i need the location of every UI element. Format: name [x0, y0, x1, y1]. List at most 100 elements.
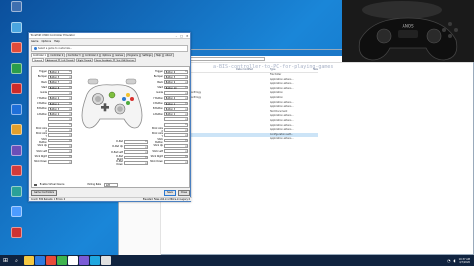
mapping-select[interactable]: Button 2 [164, 112, 188, 116]
subtab[interactable]: Right Thumb [75, 58, 94, 63]
subtab[interactable]: Test USB Devices [114, 58, 137, 63]
controller-tab[interactable]: Controller 2 [48, 53, 66, 58]
taskbar-app-icon[interactable] [57, 256, 67, 265]
minimize-icon[interactable]: – [176, 34, 178, 38]
mapping-select[interactable]: Button 4 [48, 69, 72, 74]
mapping-select[interactable] [164, 143, 188, 148]
search-icon[interactable]: ⌕ [11, 255, 22, 266]
subtab[interactable]: Left Thumb [59, 58, 76, 63]
desktop-icon[interactable] [1, 83, 31, 103]
mapping-select[interactable]: Button 9 [164, 80, 188, 84]
subtab[interactable]: General [32, 58, 45, 63]
desktop-icon[interactable] [1, 124, 31, 144]
controller-tab[interactable]: Settings [140, 53, 154, 58]
mapping-select[interactable]: Button 6 [164, 69, 188, 74]
controller-tab[interactable]: Controller 3 [65, 53, 83, 58]
controller-tab[interactable]: Help [153, 53, 163, 58]
mapping-select[interactable] [48, 138, 72, 143]
taskbar-app-icon[interactable] [90, 256, 100, 265]
mapping-select[interactable] [124, 150, 148, 154]
mapping-select[interactable] [48, 143, 72, 148]
mapping-select[interactable] [124, 160, 148, 165]
close-button[interactable]: Close [177, 190, 190, 196]
mapping-select[interactable] [48, 133, 72, 137]
controller-tab[interactable]: Controller 4 [83, 53, 100, 58]
mapping-select[interactable] [124, 139, 148, 144]
mapping-select[interactable]: Button 7 [48, 80, 72, 84]
taskbar-app-icon[interactable] [68, 256, 78, 265]
mapping-select[interactable] [164, 90, 188, 95]
game-controllers-button[interactable]: Game Controllers [31, 190, 58, 196]
desktop-icon[interactable] [1, 21, 31, 42]
subtab[interactable]: Force Feedback [93, 58, 114, 63]
col-size[interactable]: Size [300, 68, 318, 72]
mapping-select[interactable] [48, 159, 72, 164]
menu-item[interactable]: Options [41, 40, 51, 43]
mapping-select[interactable] [48, 117, 72, 121]
desktop-icon[interactable] [1, 206, 31, 226]
desktop-icon[interactable] [1, 226, 31, 247]
mapping-select[interactable] [164, 128, 188, 132]
controller-tab[interactable]: Controller 1 [31, 52, 48, 58]
save-button[interactable]: Save [164, 190, 176, 196]
mapping-select[interactable] [124, 145, 148, 149]
mapping-select[interactable] [48, 90, 72, 95]
mapping-select[interactable]: Button 4 [48, 96, 72, 100]
mapping-select[interactable] [48, 149, 72, 153]
mapping-select[interactable] [164, 117, 188, 121]
mapping-select[interactable]: Button 8 [48, 85, 72, 90]
menu-item[interactable]: Help [54, 40, 60, 43]
taskbar-app-icon[interactable] [35, 256, 45, 265]
mapping-select[interactable] [164, 149, 188, 153]
mapping-select[interactable] [164, 138, 188, 143]
mapping-select[interactable] [48, 154, 72, 159]
mapping-select[interactable] [48, 122, 72, 127]
controller-tab[interactable]: Programs [125, 53, 140, 58]
mapping-select[interactable]: Button 3 [164, 106, 188, 111]
mapping-select[interactable]: Button 1 [48, 101, 72, 106]
mapping-select[interactable]: Button 3 [48, 106, 72, 111]
desktop-icon[interactable] [1, 185, 31, 206]
desktop-icon[interactable] [1, 1, 31, 21]
clock[interactable]: 10:37 AM 4/7/2020 [459, 258, 470, 264]
col-date[interactable]: Date modified [236, 68, 270, 72]
desktop-icon[interactable] [1, 42, 31, 62]
left-mapping-column: TriggerButton 4BumperButton 5BackButton … [34, 69, 74, 164]
maximize-icon[interactable]: □ [180, 34, 183, 38]
network-icon[interactable]: ◔ [447, 258, 451, 263]
mapping-select[interactable]: Button 10 [164, 85, 188, 90]
controller-tab[interactable]: Options [100, 53, 113, 58]
desktop-app-icon [10, 165, 22, 176]
desktop-icon[interactable] [1, 165, 31, 185]
desktop-icon[interactable] [1, 103, 31, 124]
menu-item[interactable]: Game [31, 40, 38, 43]
mapping-select[interactable] [164, 159, 188, 164]
mapping-label: Start [157, 86, 163, 90]
controller-tab[interactable]: Games [113, 53, 126, 58]
close-icon[interactable]: ✕ [186, 34, 189, 38]
mapping-select[interactable] [164, 122, 188, 127]
taskbar-app-icon[interactable] [101, 256, 111, 265]
mapping-select[interactable]: Button 4 [164, 96, 188, 100]
volume-icon[interactable]: ◖ [454, 258, 456, 263]
mapping-select[interactable]: Button 2 [48, 112, 72, 116]
mapping-select[interactable]: Button 5 [164, 75, 188, 79]
mapping-select[interactable] [164, 133, 188, 137]
controller-tab[interactable]: About [163, 53, 174, 58]
mapping-select[interactable] [164, 154, 188, 159]
col-type[interactable]: Type [270, 68, 300, 72]
taskbar-app-icon[interactable] [46, 256, 56, 265]
mapping-select[interactable]: Button 5 [48, 75, 72, 79]
desktop-icon[interactable] [1, 144, 31, 165]
mapping-select[interactable]: Button 1 [164, 101, 188, 106]
taskbar-app-icon[interactable] [79, 256, 89, 265]
mapping-select[interactable] [48, 128, 72, 132]
x360ce-window[interactable]: TocaEdit X360 Controller Emulator – □ ✕ … [28, 32, 192, 202]
polling-select[interactable]: 128 [104, 183, 118, 187]
desktop-icon[interactable] [1, 62, 31, 83]
taskbar-app-icon[interactable] [24, 256, 34, 265]
start-windows-icon[interactable]: ⊞ [0, 255, 11, 266]
subtab[interactable]: Advanced [44, 58, 59, 63]
enable-virtual-checkbox[interactable] [34, 183, 37, 187]
mapping-select[interactable] [124, 155, 148, 160]
